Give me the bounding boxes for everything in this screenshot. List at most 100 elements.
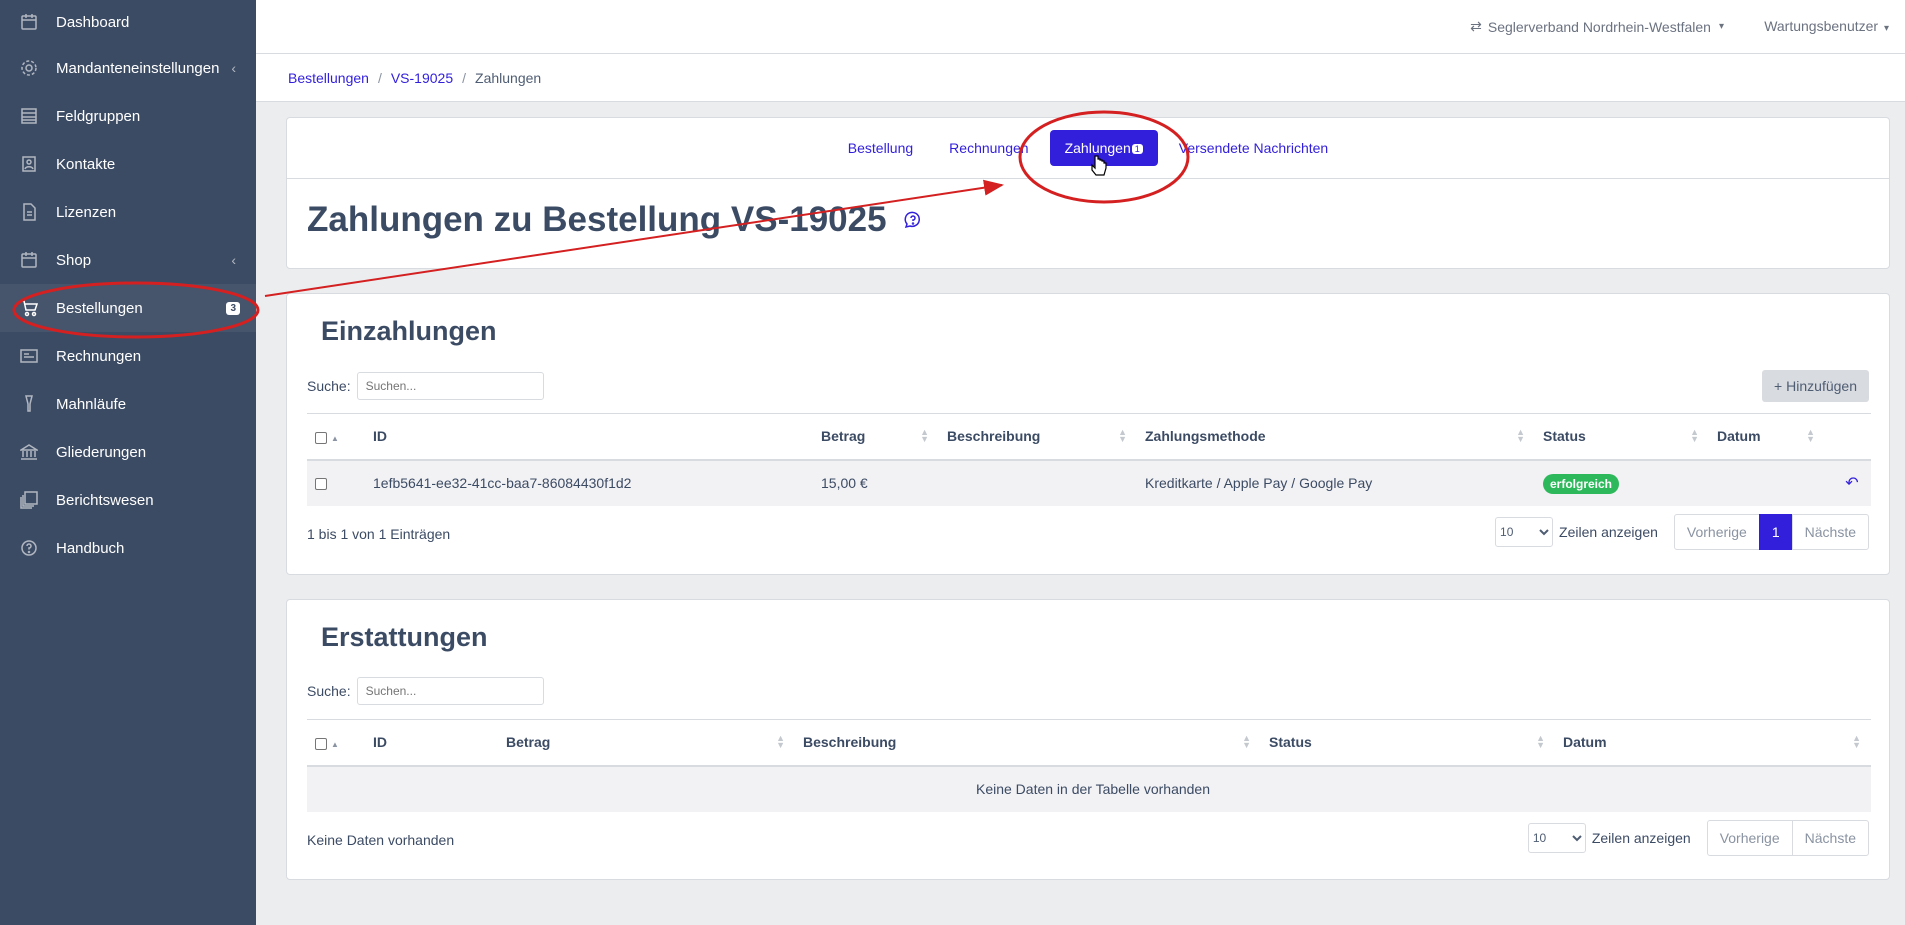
sidebar-item-mahnlaeufe[interactable]: Mahnläufe [0,380,256,428]
breadcrumb-separator: / [377,69,382,86]
sidebar-item-label: Berichtswesen [56,491,154,509]
breadcrumb: Bestellungen / VS-19025 / Zahlungen [256,54,1905,102]
plus-icon: + [1773,378,1783,394]
next-page-button[interactable]: Nächste [1791,514,1869,550]
column-header-actions [1825,413,1871,461]
column-label: Datum [1563,734,1607,751]
page-title-text: Zahlungen zu Bestellung VS-19025 [307,200,887,239]
gear-icon [20,59,38,77]
tab-zahlungen[interactable]: Zahlungen 1 [1049,130,1158,166]
sidebar-item-lizenzen[interactable]: Lizenzen [0,188,256,236]
pagination: 10 Zeilen anzeigen Vorherige 1 Nächste [1495,514,1869,550]
user-dropdown[interactable]: Wartungsbenutzer ▾ [1764,18,1889,34]
cell-status: erfolgreich [1535,459,1709,506]
column-header-status[interactable]: Status ▲ ▼ [1261,719,1555,767]
organization-dropdown[interactable]: ⇄ Seglerverband Nordrhein-Westfalen ▾ [1470,18,1724,35]
order-header-card: Bestellung Rechnungen Zahlungen 1 Versend… [286,117,1890,269]
tab-versendete-nachrichten[interactable]: Versendete Nachrichten [1164,130,1343,166]
payments-table: ▲ ID Betrag ▲ ▼ Beschreibung ▲ ▼ Zahlungsmet… [307,413,1871,506]
column-header-id[interactable]: ID [365,719,498,767]
column-header-beschreibung[interactable]: Beschreibung ▲ ▼ [939,413,1137,461]
chevron-left-icon: ‹ [231,252,236,268]
table-info: Keine Daten vorhanden [307,832,455,848]
sidebar-item-mandanteneinstellungen[interactable]: Mandanteneinstellungen ‹ [0,44,256,92]
tab-count-badge: 1 [1131,144,1143,154]
breadcrumb-separator: / [462,69,467,86]
search-label: Suche: [307,683,351,699]
document-icon [20,203,38,221]
reminder-icon [20,395,38,413]
page-size-select[interactable]: 10 [1495,517,1554,547]
sort-icon: ▲ ▼ [1806,427,1815,444]
row-checkbox[interactable] [315,478,327,491]
sort-icon: ▲ ▼ [1536,733,1545,750]
sidebar-item-berichtswesen[interactable]: Berichtswesen [0,476,256,524]
sidebar-item-dashboard[interactable]: Dashboard [0,0,256,44]
select-all-checkbox[interactable] [315,737,327,750]
sidebar-item-label: Mandanteneinstellungen [56,59,220,77]
prev-page-button[interactable]: Vorherige [1706,820,1793,856]
count-badge: 3 [226,301,240,315]
select-all-header: ▲ [307,719,365,767]
sidebar-item-bestellungen[interactable]: Bestellungen 3 [0,284,256,332]
sort-asc-icon: ▲ [331,434,339,444]
table-row: 1efb5641-ee32-41cc-baa7-86084430f1d2 15,… [307,459,1871,506]
sidebar-item-shop[interactable]: Shop ‹ [0,236,256,284]
sidebar-item-label: Bestellungen [56,299,143,317]
next-page-button[interactable]: Nächste [1791,820,1869,856]
page-button-1[interactable]: 1 [1758,514,1793,550]
column-header-zahlungsmethode[interactable]: Zahlungsmethode ▲ ▼ [1137,413,1535,461]
refund-action-icon[interactable]: ↶ [1825,459,1871,506]
search-box: Suche: [307,677,544,705]
column-header-datum[interactable]: Datum ▲ ▼ [1555,719,1871,767]
sidebar-item-label: Shop [56,251,92,269]
column-header-datum[interactable]: Datum ▲ ▼ [1709,413,1825,461]
sidebar-item-handbuch[interactable]: Handbuch [0,524,256,572]
sidebar-item-feldgruppen[interactable]: Feldgruppen [0,92,256,140]
column-header-betrag[interactable]: Betrag ▲ ▼ [498,719,795,767]
column-label: Betrag [506,734,551,751]
page-size-label: Zeilen anzeigen [1591,830,1691,846]
sidebar-item-gliederungen[interactable]: Gliederungen [0,428,256,476]
column-header-id[interactable]: ID [365,413,813,461]
sidebar-item-kontakte[interactable]: Kontakte [0,140,256,188]
library-icon [20,491,38,509]
row-select-cell [307,459,365,506]
column-header-beschreibung[interactable]: Beschreibung ▲ ▼ [795,719,1261,767]
search-input[interactable] [356,372,544,400]
sidebar-item-rechnungen[interactable]: Rechnungen [0,332,256,380]
sidebar-item-label: Dashboard [56,13,130,31]
breadcrumb-link-bestellungen[interactable]: Bestellungen [288,70,369,86]
sort-icon: ▲ ▼ [776,733,785,750]
column-label: Datum [1717,428,1761,445]
calendar-icon [20,13,38,31]
column-label: Beschreibung [803,734,897,751]
sidebar-item-label: Lizenzen [56,203,117,221]
newspaper-icon [20,347,38,365]
tab-bestellung[interactable]: Bestellung [833,130,928,166]
select-all-checkbox[interactable] [315,431,327,444]
page-size-select[interactable]: 10 [1527,823,1586,853]
column-label: ID [373,734,387,751]
cell-beschreibung [939,459,1137,506]
cell-betrag: 15,00 € [813,459,939,506]
sort-icon: ▲ ▼ [1690,427,1699,444]
prev-page-button[interactable]: Vorherige [1673,514,1760,550]
sort-icon: ▲ ▼ [1852,733,1861,750]
contacts-icon [20,155,38,173]
breadcrumb-link-order[interactable]: VS-19025 [391,70,453,86]
add-payment-button[interactable]: + Hinzufügen [1761,370,1869,402]
sidebar-item-label: Gliederungen [56,443,147,461]
switch-icon: ⇄ [1470,18,1482,34]
tab-rechnungen[interactable]: Rechnungen [934,130,1043,166]
search-input[interactable] [356,677,544,705]
sidebar-item-label: Feldgruppen [56,107,141,125]
pagination: 10 Zeilen anzeigen Vorherige Nächste [1527,820,1869,856]
sidebar-item-label: Mahnläufe [56,395,127,413]
einzahlungen-card: Einzahlungen Suche: +Hinzufügen ▲ ID Bet… [286,293,1890,575]
column-header-status[interactable]: Status ▲ ▼ [1535,413,1709,461]
section-title: Einzahlungen [321,316,497,346]
help-icon[interactable] [903,210,923,230]
column-header-betrag[interactable]: Betrag ▲ ▼ [813,413,939,461]
cell-zahlungsmethode: Kreditkarte / Apple Pay / Google Pay [1137,459,1535,506]
